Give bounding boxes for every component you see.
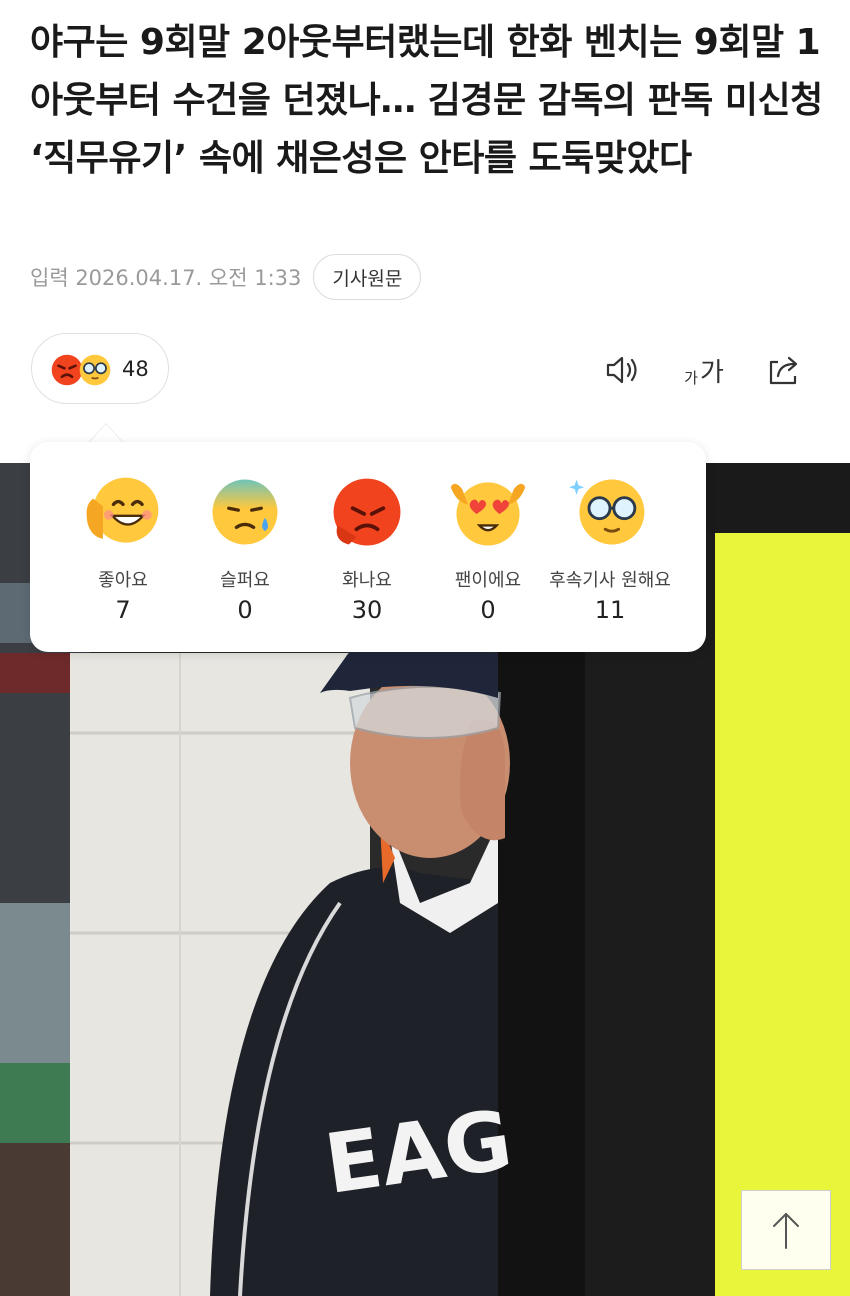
- reaction-sad[interactable]: 슬퍼요 0: [180, 470, 310, 624]
- angry-face-icon: [333, 478, 401, 546]
- article-headline: 야구는 9회말 2아웃부터랬는데 한화 벤치는 9회말 1아웃부터 수건을 던졌…: [30, 22, 823, 179]
- reaction-popup: 좋아요 7 슬퍼요 0 화나요 30 팬이에요 0 후속기사 원해요 11: [30, 442, 706, 652]
- glasses-face-icon: [568, 479, 645, 545]
- speaker-icon: [606, 356, 637, 384]
- reaction-like[interactable]: 좋아요 7: [58, 470, 188, 624]
- reaction-label: 좋아요: [98, 570, 148, 591]
- original-article-button[interactable]: 기사원문: [313, 254, 422, 300]
- reaction-count: 0: [237, 596, 253, 624]
- reaction-count: 30: [351, 596, 383, 624]
- smile-face-icon: [86, 477, 159, 543]
- reaction-angry[interactable]: 화나요 30: [302, 470, 432, 624]
- font-size-large-label: 가: [699, 357, 724, 388]
- share-button[interactable]: [762, 348, 806, 392]
- article-meta: 입력 2026.04.17. 오전 1:33 기사원문: [30, 254, 422, 300]
- share-icon: [769, 356, 798, 385]
- scroll-top-button[interactable]: [741, 1190, 831, 1270]
- font-size-small-label: 가: [684, 368, 698, 387]
- reaction-total-count: 48: [122, 356, 149, 381]
- reaction-count: 7: [115, 596, 131, 624]
- reaction-label: 화나요: [342, 570, 392, 591]
- reaction-summary-button[interactable]: 48: [31, 333, 169, 404]
- reaction-summary-icons: [50, 351, 114, 387]
- arrow-up-icon: [773, 1213, 799, 1249]
- reaction-label: 팬이에요: [454, 570, 522, 591]
- glasses-face-icon: [79, 354, 111, 385]
- font-size-button[interactable]: 가가: [676, 348, 732, 392]
- reaction-count: 11: [594, 596, 626, 624]
- reaction-label: 후속기사 원해요: [549, 570, 671, 591]
- sad-face-icon: [212, 479, 278, 545]
- reaction-fan[interactable]: 팬이에요 0: [423, 470, 553, 624]
- font-size-icon: 가가: [684, 352, 724, 389]
- publish-date: 입력 2026.04.17. 오전 1:33: [30, 266, 302, 290]
- reaction-label: 슬퍼요: [220, 570, 270, 591]
- reaction-count: 0: [480, 596, 496, 624]
- reaction-want-followup[interactable]: 후속기사 원해요 11: [545, 470, 675, 624]
- popup-tail: [88, 424, 124, 444]
- heart-eyes-face-icon: [450, 482, 526, 546]
- tts-button[interactable]: [600, 348, 644, 392]
